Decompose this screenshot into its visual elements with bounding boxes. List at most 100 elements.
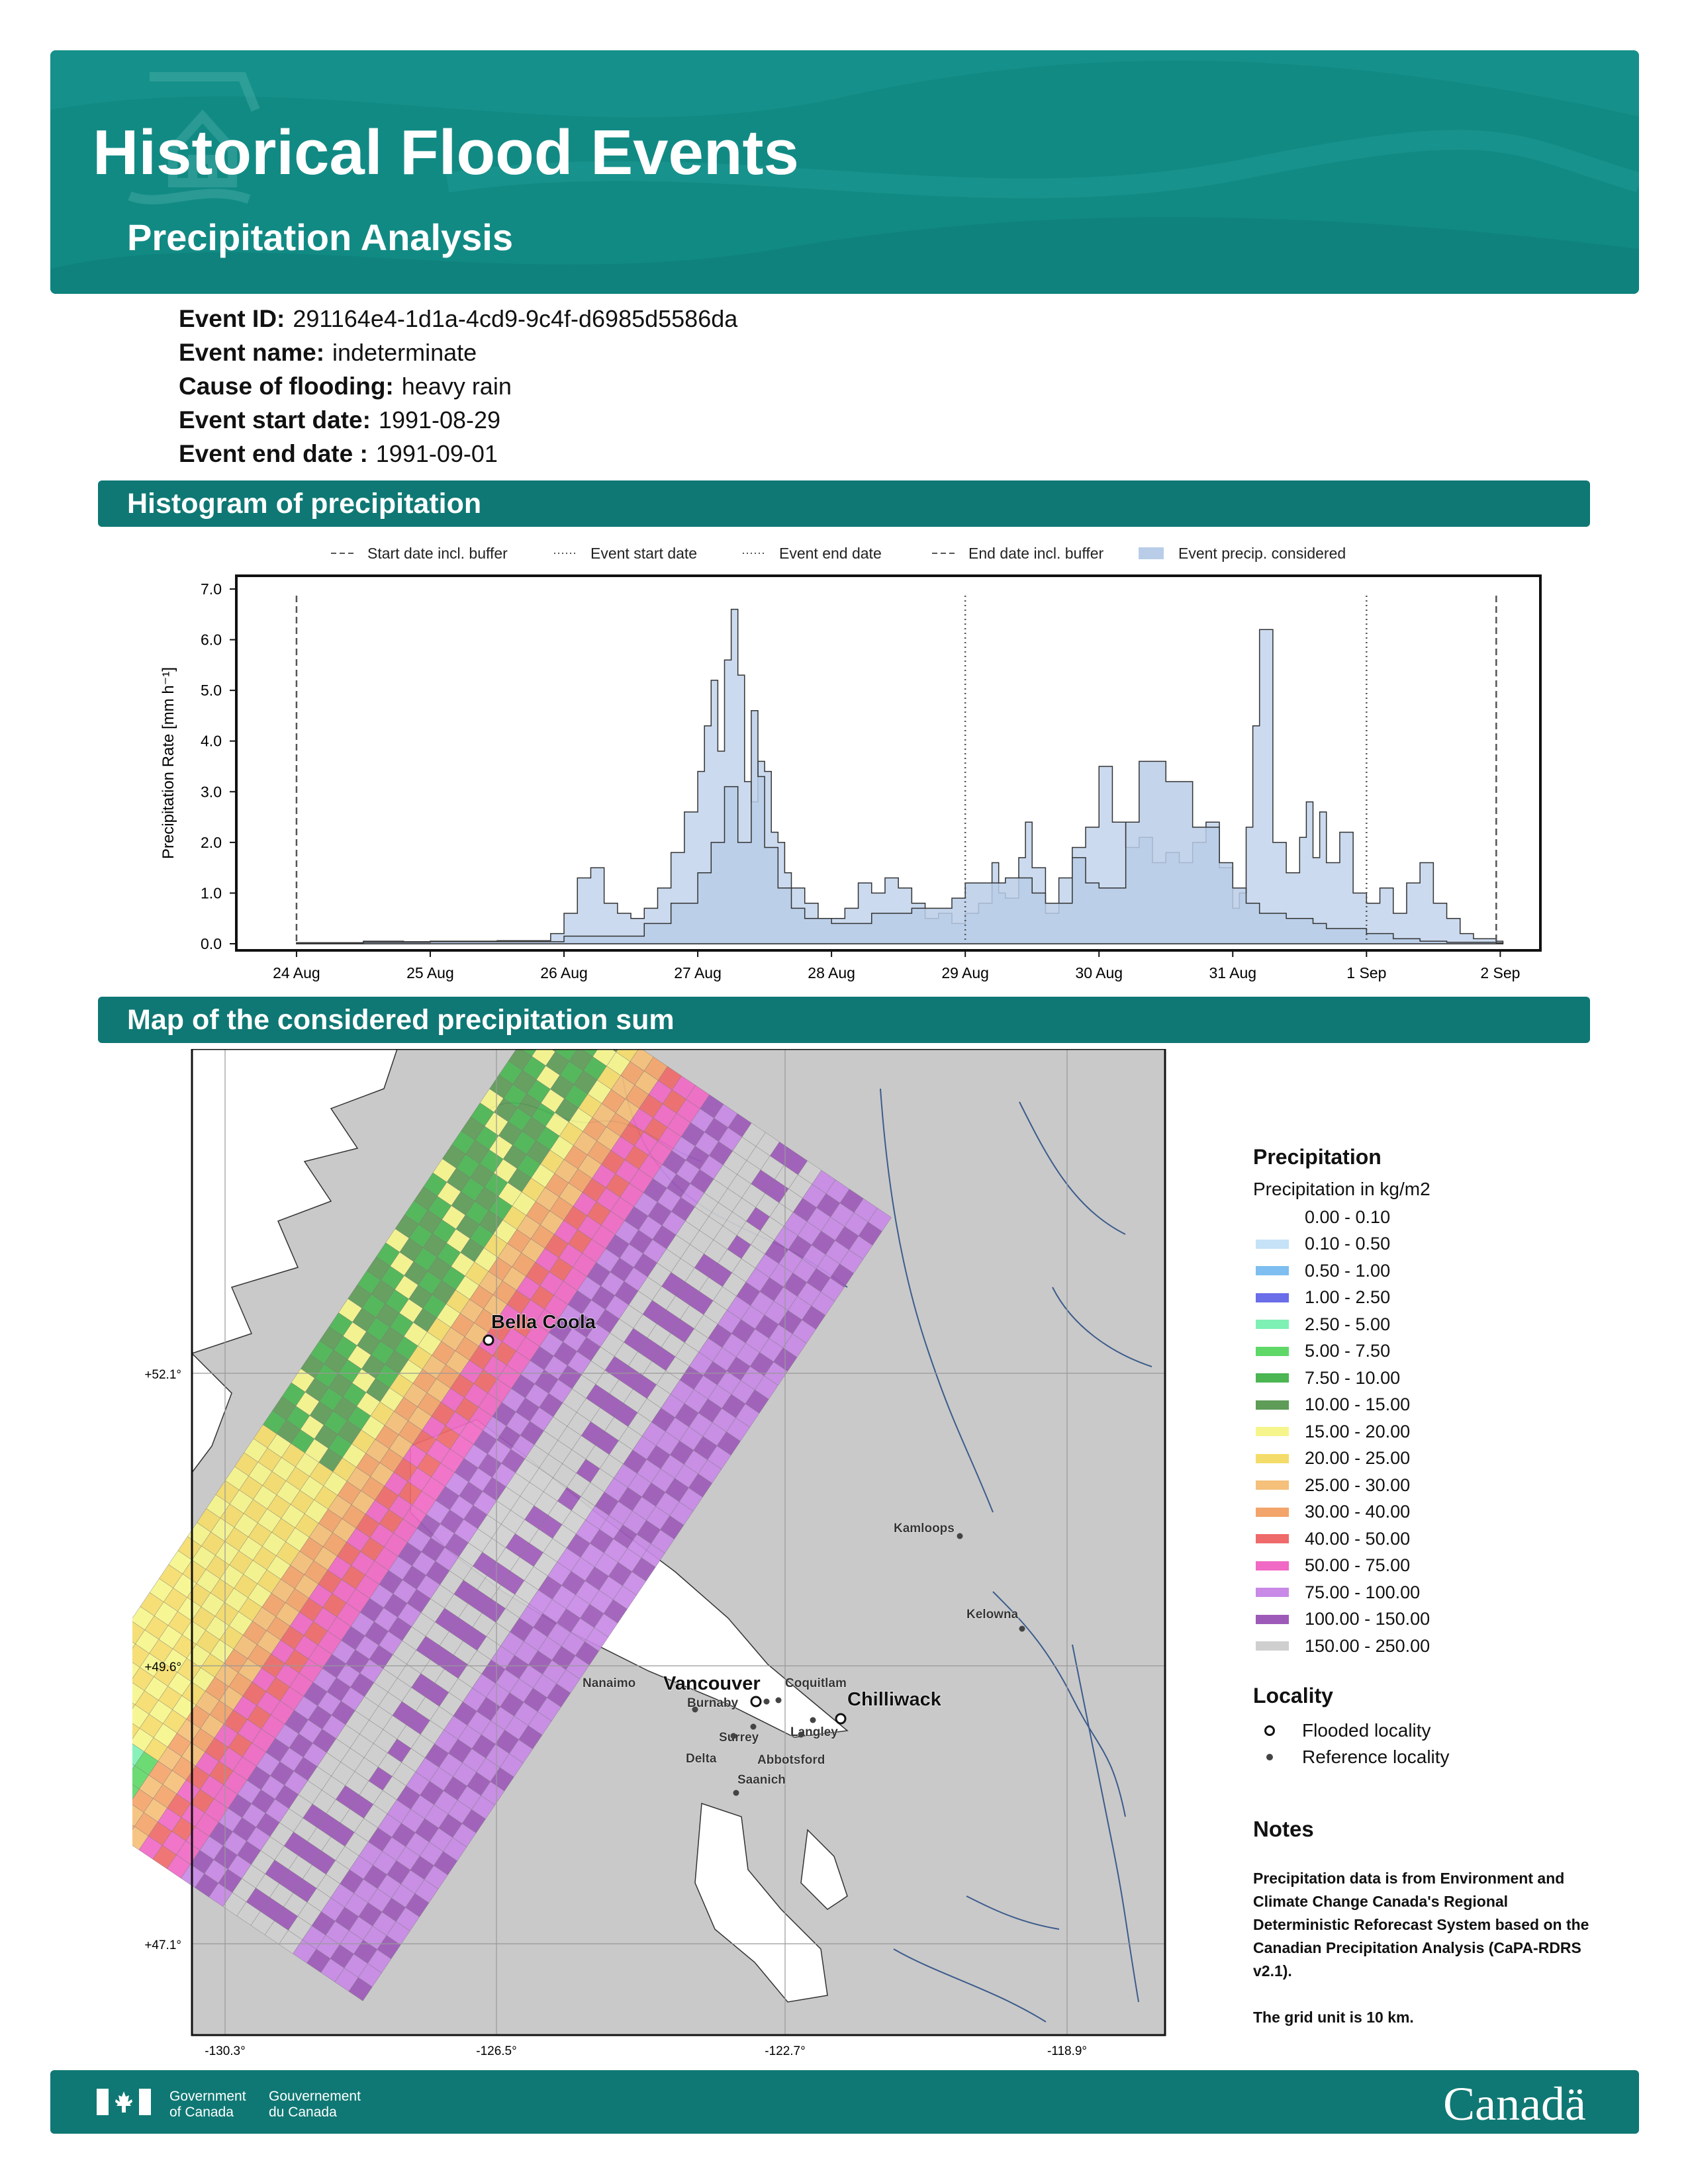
legend-title: Precipitation [1253,1145,1382,1169]
reference-locality-marker [957,1533,963,1539]
legend-item: 40.00 - 50.00 [1253,1525,1624,1553]
reference-locality-label: Coquitlam [785,1676,847,1690]
legend-entry-5: Event precip. considered [1139,545,1346,562]
gov-fr-line2: du Canada [269,2105,337,2120]
precipitation-map: +52.1° +49.6° +47.1° -130.3° -126.5° -122.7° -… [26,990,1178,2068]
legend-entry-1: Start date incl. buffer [331,545,508,562]
map-section-header: Map of the considered precipitation sum [98,997,1590,1043]
flooded-locality-label: Vancouver [663,1673,761,1694]
event-name-label: Event name: [179,339,325,366]
event-name-value: indeterminate [332,339,477,366]
reference-locality-marker [1019,1625,1025,1632]
legend-item-label: 7.50 - 10.00 [1305,1367,1401,1388]
y-tick-label: 0.0 [201,935,222,952]
longitude-label: -130.3° [205,2044,245,2058]
latitude-label: +49.6° [144,1661,181,1674]
legend-subtitle: Precipitation in kg/m2 [1253,1179,1430,1199]
legend-item-label: 30.00 - 40.00 [1305,1502,1411,1522]
y-tick-label: 7.0 [201,580,222,598]
x-tick-label: 25 Aug [406,964,454,981]
reference-locality-marker [733,1790,739,1796]
color-swatch-icon [1256,1346,1289,1356]
color-swatch-icon [1256,1212,1289,1222]
notes-grid-text: The grid unit is 10 km. [1253,2009,1414,2026]
gov-fr-line1: Gouvernement [269,2089,361,2104]
end-date-label: Event end date : [179,440,368,467]
color-swatch-icon [1256,1427,1289,1437]
histogram-chart: Start date incl. buffer Event start date E… [160,545,1542,981]
legend-item: 0.10 - 0.50 [1253,1231,1624,1258]
x-tick-label: 1 Sep [1346,964,1386,981]
legend-item-label: 5.00 - 7.50 [1305,1341,1391,1361]
x-tick-label: 24 Aug [273,964,320,981]
color-swatch-icon [1256,1507,1289,1517]
gov-en-line1: Government [169,2089,246,2104]
event-name-row: Event name: indeterminate [179,336,737,369]
longitude-label: -118.9° [1047,2044,1087,2058]
color-swatch-icon [1256,1400,1289,1410]
legend-item-label: 10.00 - 15.00 [1305,1394,1411,1415]
end-date-row: Event end date : 1991-09-01 [179,437,737,471]
y-axis-label: Precipitation Rate [mm h⁻¹] [160,667,177,859]
legend-item-label: 1.00 - 2.50 [1305,1287,1391,1308]
legend-item-label: 15.00 - 20.00 [1305,1421,1411,1441]
notes-title: Notes [1253,1817,1314,1841]
legend-label: End date incl. buffer [968,545,1103,562]
reference-locality-marker [810,1717,816,1723]
reference-locality-label: Delta [686,1752,717,1766]
reference-locality-marker [750,1723,757,1730]
longitude-label: -122.7° [765,2044,805,2058]
start-date-row: Event start date: 1991-08-29 [179,403,737,437]
legend-label: Event start date [590,545,697,562]
footer-bar: Government of Canada Gouvernement du Can… [50,2070,1639,2134]
reference-locality-label: Surrey [719,1731,759,1745]
legend-item-label: 100.00 - 150.00 [1305,1609,1430,1629]
flooded-locality-entry: Flooded locality [1253,1717,1624,1744]
flooded-marker-icon [1264,1725,1275,1736]
legend-item-label: 40.00 - 50.00 [1305,1528,1411,1549]
y-tick-label: 3.0 [201,783,222,800]
precip-series-1 [296,608,1504,944]
legend-item-label: 50.00 - 75.00 [1305,1555,1411,1576]
reference-locality-label: Langley [790,1725,838,1739]
y-tick-label: 6.0 [201,631,222,649]
legend-item: 0.50 - 1.00 [1253,1257,1624,1285]
legend-item: 30.00 - 40.00 [1253,1499,1624,1526]
government-french: Gouvernement du Canada [269,2089,361,2120]
legend-item-label: 25.00 - 30.00 [1305,1475,1411,1495]
notes-panel: Notes Precipitation data is from Environ… [1253,1817,1604,2029]
reference-locality-label: Kelowna [966,1608,1019,1621]
legend-item: 50.00 - 75.00 [1253,1553,1624,1580]
x-tick-label: 28 Aug [808,964,855,981]
color-swatch-icon [1256,1561,1289,1570]
color-swatch-icon [1256,1320,1289,1330]
reference-locality-entry: Reference locality [1253,1744,1624,1770]
end-date-value: 1991-09-01 [375,440,498,467]
legend-label: Start date incl. buffer [367,545,508,562]
legend-entry-2: Event start date [554,545,697,562]
event-id-row: Event ID: 291164e4-1d1a-4cd9-9c4f-d6985d5… [179,302,737,336]
color-swatch-icon [1256,1373,1289,1383]
legend-label: Event end date [779,545,882,562]
x-tick-label: 27 Aug [674,964,722,981]
header-banner: Historical Flood Events Precipitation An… [50,50,1639,294]
reference-locality-label: Kamloops [894,1522,955,1535]
x-tick-label: 30 Aug [1075,964,1123,981]
legend-item: 100.00 - 150.00 [1253,1606,1624,1633]
legend-items: 0.00 - 0.10 0.10 - 0.50 0.50 - 1.00 1.00 - … [1253,1204,1624,1660]
color-swatch-icon [1256,1641,1289,1651]
latitude-label: +47.1° [144,1938,181,1952]
legend-item: 1.00 - 2.50 [1253,1285,1624,1312]
reference-marker-icon [1266,1753,1273,1760]
flooded-locality-label: Chilliwack [847,1689,942,1710]
reference-locality-label: Burnaby [687,1696,739,1710]
canada-wordmark: Canadä [1443,2077,1586,2130]
legend-item: 75.00 - 100.00 [1253,1579,1624,1606]
reference-locality-label: Abbotsford [757,1753,825,1767]
y-tick-label: 5.0 [201,682,222,699]
cause-label: Cause of flooding: [179,373,394,400]
page-subtitle: Precipitation Analysis [127,216,513,258]
legend-swatch-icon [1139,547,1164,559]
cause-row: Cause of flooding: heavy rain [179,369,737,403]
flooded-locality-label: Bella Coola [491,1312,596,1333]
